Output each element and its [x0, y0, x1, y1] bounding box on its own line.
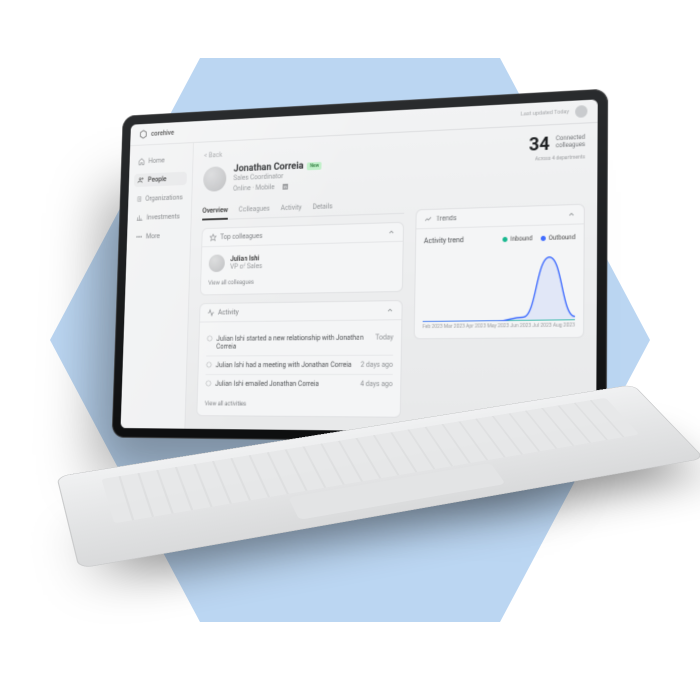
trends-icon	[424, 215, 432, 223]
x-tick: Aug 2023	[553, 322, 575, 328]
activity-text: Julian Ishi started a new relationship w…	[216, 334, 368, 351]
linkedin-icon[interactable]: in	[282, 183, 289, 191]
user-avatar[interactable]	[575, 105, 587, 118]
activity-row-icon	[206, 361, 212, 368]
person-avatar	[203, 166, 227, 192]
chart-legend: Inbound Outbound	[503, 233, 576, 242]
stat-sub: Across 4 departments	[416, 154, 585, 167]
brand-logo-icon	[139, 129, 148, 139]
colleague-role: VP of Sales	[230, 262, 262, 271]
sidebar: Home People Organizations Investments More	[121, 143, 194, 430]
sidebar-item-label: More	[146, 232, 160, 240]
x-tick: Mar 2023	[444, 324, 465, 330]
activity-when: 2 days ago	[361, 361, 393, 369]
sidebar-item-home[interactable]: Home	[135, 153, 188, 169]
activity-text: Julian Ishi emailed Jonathan Correia	[215, 380, 353, 388]
tab-activity[interactable]: Activity	[280, 200, 301, 217]
org-icon	[137, 195, 142, 203]
sidebar-item-label: Home	[148, 157, 164, 165]
colleague-row[interactable]: Julian Ishi VP of Sales	[209, 250, 395, 272]
invest-icon	[136, 214, 143, 222]
activity-chart	[423, 245, 576, 322]
activity-row[interactable]: Julian Ishi emailed Jonathan Correia 4 da…	[205, 374, 393, 393]
view-all-colleagues-link[interactable]: View all colleagues	[208, 276, 394, 287]
people-icon	[137, 176, 144, 184]
legend-inbound: Inbound	[503, 235, 533, 243]
sidebar-item-label: Investments	[146, 213, 179, 222]
trends-subtitle: Activity trend	[424, 236, 464, 245]
tab-overview[interactable]: Overview	[202, 202, 228, 220]
chevron-up-icon[interactable]	[388, 228, 396, 236]
activity-when: Today	[375, 333, 393, 341]
x-tick: Jun 2023	[510, 323, 531, 329]
tabs: Overview Colleagues Activity Details	[202, 196, 404, 221]
sidebar-item-organizations[interactable]: Organizations	[133, 191, 186, 206]
tab-details[interactable]: Details	[312, 199, 332, 216]
laptop-bezel: corehive Last updated Today Home People Or…	[112, 89, 608, 444]
brand: corehive	[139, 128, 174, 139]
activity-row-icon	[205, 380, 211, 387]
x-tick: Apr 2023	[466, 323, 486, 329]
stat-value: 34	[529, 135, 550, 154]
sidebar-item-label: Organizations	[145, 194, 183, 203]
activity-text: Julian Ishi had a meeting with Jonathan …	[216, 361, 354, 369]
top-colleagues-card: Top colleagues Julian Ishi	[200, 222, 404, 296]
activity-card: Activity Julian Ishi started a new relat…	[196, 300, 402, 418]
sidebar-item-more[interactable]: More	[132, 229, 185, 244]
view-all-activities-link[interactable]: View all activities	[205, 400, 393, 408]
profile-header: Jonathan Correia New Sales Coordinator O…	[203, 156, 405, 194]
person-badge: New	[307, 161, 322, 169]
chart-x-axis: Feb 2023Mar 2023Apr 2023May 2023Jun 2023…	[423, 322, 575, 330]
activity-row[interactable]: Julian Ishi had a meeting with Jonathan …	[206, 355, 394, 374]
sidebar-item-label: People	[148, 175, 167, 183]
activity-title: Activity	[218, 308, 239, 316]
top-colleagues-title: Top colleagues	[220, 232, 263, 241]
activity-row-icon	[207, 335, 213, 342]
brand-name: corehive	[151, 129, 174, 138]
legend-outbound: Outbound	[540, 233, 575, 241]
tab-colleagues[interactable]: Colleagues	[238, 201, 270, 219]
sidebar-item-people[interactable]: People	[134, 172, 187, 187]
connected-stat: 34 Connected colleagues	[417, 134, 586, 160]
x-tick: Jul 2023	[532, 323, 552, 329]
activity-icon	[207, 309, 214, 317]
activity-row[interactable]: Julian Ishi started a new relationship w…	[206, 328, 393, 355]
colleague-avatar	[209, 254, 225, 272]
app-screen: corehive Last updated Today Home People Or…	[121, 99, 598, 433]
home-icon	[138, 158, 145, 166]
main-content: < Back Jonathan Correia New Sales Coordi…	[185, 123, 597, 433]
x-tick: Feb 2023	[423, 324, 443, 330]
last-updated: Last updated Today	[521, 109, 569, 118]
trends-card: Trends Activity trend Inbound Outbound	[414, 204, 585, 340]
more-icon	[136, 233, 143, 241]
laptop-mockup: corehive Last updated Today Home People Or…	[70, 100, 630, 600]
x-tick: May 2023	[487, 323, 509, 329]
trends-title: Trends	[436, 214, 457, 223]
activity-when: 4 days ago	[360, 380, 392, 388]
star-icon	[209, 233, 216, 241]
chevron-up-icon[interactable]	[386, 306, 394, 314]
stat-label: Connected colleagues	[556, 134, 586, 150]
chevron-up-icon[interactable]	[567, 210, 575, 219]
sidebar-item-investments[interactable]: Investments	[133, 210, 186, 225]
person-status: Online · Mobile	[233, 183, 275, 192]
